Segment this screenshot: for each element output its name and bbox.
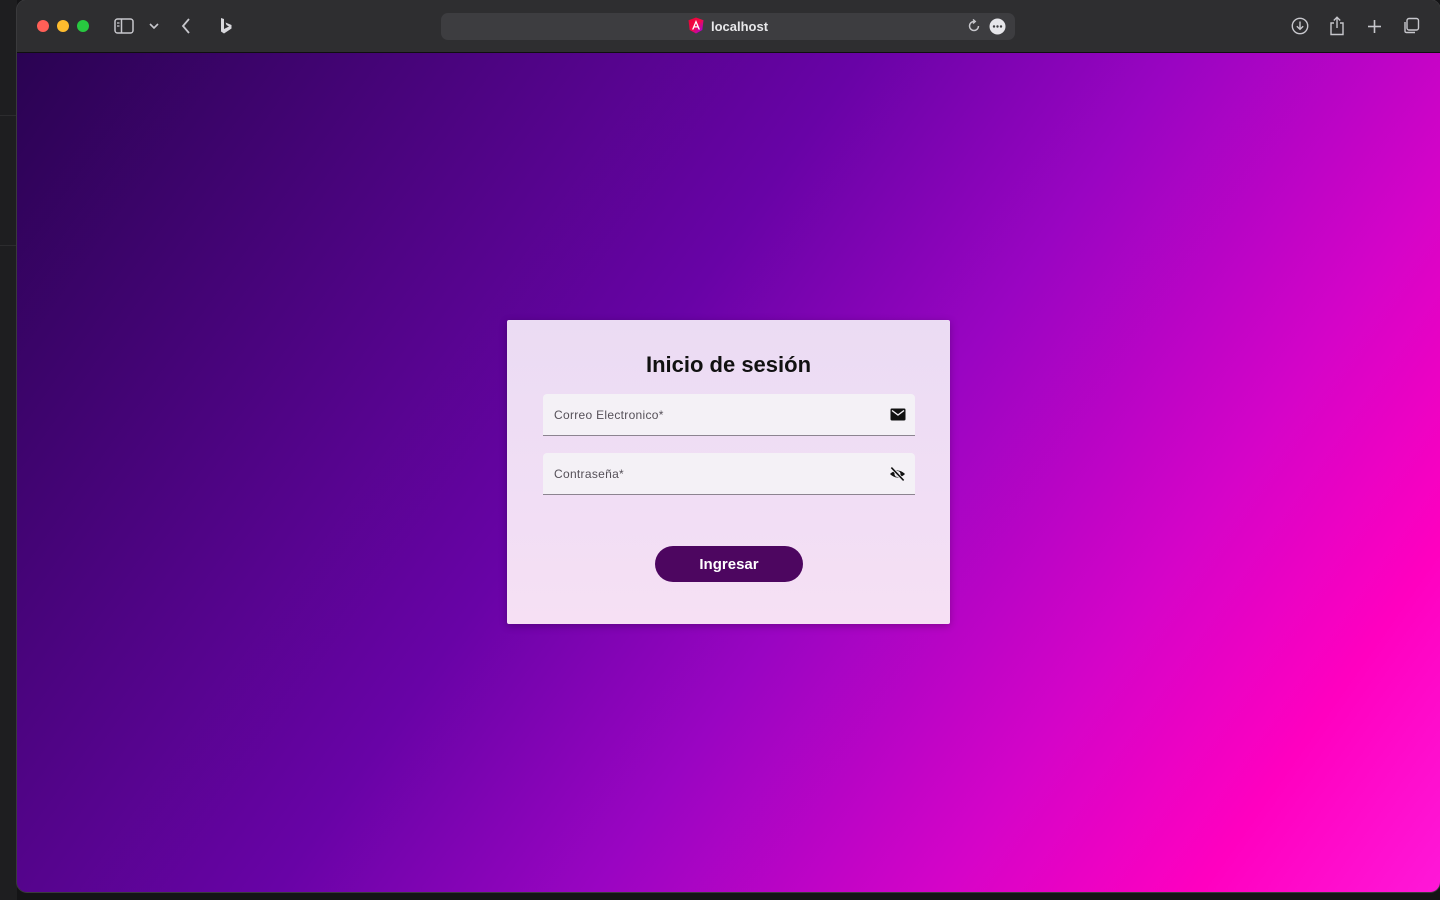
angular-icon (688, 17, 704, 37)
more-icon[interactable] (985, 14, 1009, 38)
desktop: localhost Inicio de sesión Correo Electr… (0, 0, 1440, 900)
close-window-button[interactable] (37, 20, 49, 32)
browser-toolbar: localhost (17, 0, 1440, 53)
background-window-divider (0, 245, 17, 246)
login-card: Inicio de sesión Correo Electronico* Con… (507, 320, 950, 624)
login-title: Inicio de sesión (645, 352, 812, 377)
zoom-window-button[interactable] (77, 20, 89, 32)
address-text: localhost (710, 19, 769, 34)
page-content: Inicio de sesión Correo Electronico* Con… (17, 53, 1440, 892)
address-bar[interactable]: localhost (441, 13, 1015, 40)
chevron-down-icon[interactable] (142, 14, 166, 38)
background-window-divider (0, 115, 17, 246)
tabs-icon[interactable] (1399, 14, 1423, 38)
chevron-left-icon[interactable] (174, 14, 198, 38)
visibility-off-icon[interactable] (889, 465, 906, 482)
email-field[interactable]: Correo Electronico* (543, 394, 915, 436)
download-icon[interactable] (1288, 14, 1312, 38)
browser-window: localhost Inicio de sesión Correo Electr… (17, 0, 1440, 892)
mail-icon (889, 406, 906, 423)
password-field[interactable]: Contraseña* (543, 453, 915, 495)
background-window-edge (0, 0, 17, 900)
sidebar-icon[interactable] (112, 14, 136, 38)
password-field-label: Contraseña* (554, 467, 625, 481)
reload-icon[interactable] (962, 14, 986, 38)
share-icon[interactable] (1325, 14, 1349, 38)
email-field-label: Correo Electronico* (554, 408, 664, 422)
submit-button[interactable]: Ingresar (655, 546, 803, 582)
minimize-window-button[interactable] (57, 20, 69, 32)
plus-icon[interactable] (1362, 14, 1386, 38)
bing-icon[interactable] (214, 14, 238, 38)
